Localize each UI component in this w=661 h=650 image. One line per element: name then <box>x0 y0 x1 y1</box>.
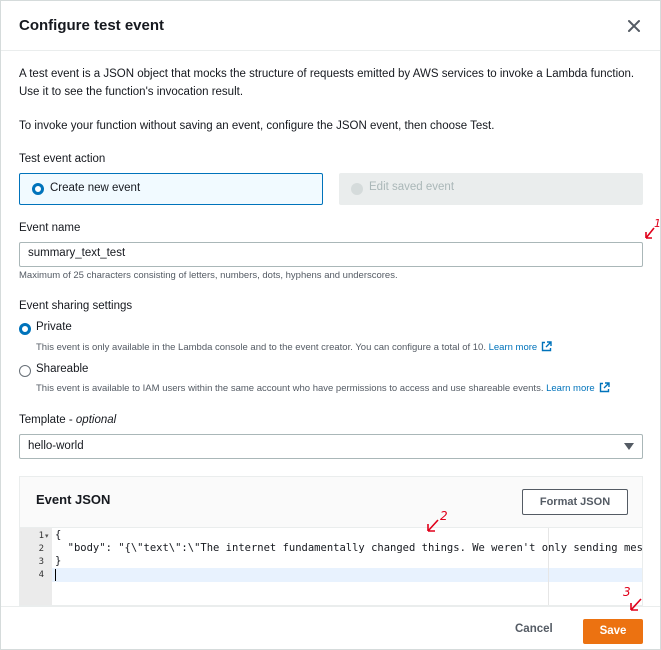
test-event-action-label: Test event action <box>19 153 106 165</box>
code-line: { <box>55 529 62 541</box>
edit-saved-event-label: Edit saved event <box>369 181 455 193</box>
dialog-title: Configure test event <box>19 17 165 34</box>
shareable-label: Shareable <box>36 363 89 375</box>
edit-saved-event-option: Edit saved event <box>339 173 643 205</box>
event-sharing-settings-label: Event sharing settings <box>19 300 133 312</box>
configure-test-event-dialog: Configure test event A test event is a J… <box>0 0 661 650</box>
intro-text-line-2: Use it to see the function's invocation … <box>19 86 244 98</box>
external-link-icon <box>541 341 552 355</box>
external-link-icon <box>599 382 610 396</box>
active-line-highlight <box>52 568 642 582</box>
intro-text-line-1: A test event is a JSON object that mocks… <box>19 68 635 80</box>
format-json-button[interactable]: Format JSON <box>522 489 628 515</box>
print-margin <box>548 528 549 605</box>
event-json-title: Event JSON <box>36 492 111 507</box>
event-name-label: Event name <box>19 222 81 234</box>
shareable-learn-more-link[interactable]: Learn more <box>546 382 610 396</box>
line-number: 4 <box>38 570 44 580</box>
caret-down-icon <box>624 443 634 450</box>
line-number: 2 <box>38 544 44 554</box>
line-number: 3 <box>38 557 44 567</box>
text-cursor <box>55 569 56 581</box>
shareable-description: This event is available to IAM users wit… <box>36 382 610 396</box>
json-code-editor[interactable]: 1 ▾ 2 3 4 { "body": "{\"text\":\"The int… <box>20 527 643 605</box>
edit-saved-event-radio <box>351 183 363 195</box>
annotation-marker-2: 2 <box>426 509 454 537</box>
create-new-event-option[interactable]: Create new event <box>19 173 323 205</box>
code-line: "body": "{\"text\":\"The internet fundam… <box>55 542 643 554</box>
private-description: This event is only available in the Lamb… <box>36 341 552 355</box>
annotation-number: 2 <box>440 509 448 523</box>
dialog-footer: Cancel Save <box>1 606 660 649</box>
event-name-input[interactable]: summary_text_test <box>19 242 643 267</box>
create-new-event-radio[interactable] <box>32 183 44 195</box>
private-radio[interactable] <box>19 323 31 335</box>
event-json-panel: Event JSON Format JSON 1 ▾ 2 3 4 { "body… <box>19 476 643 606</box>
code-line: } <box>55 555 62 567</box>
annotation-marker-3: 3 <box>623 585 647 613</box>
arrow-icon <box>630 598 642 611</box>
editor-gutter: 1 ▾ 2 3 4 <box>20 528 52 605</box>
shareable-learn-more-label: Learn more <box>546 383 595 394</box>
shareable-radio[interactable] <box>19 365 31 377</box>
cancel-button[interactable]: Cancel <box>515 623 553 635</box>
fold-arrow-icon[interactable]: ▾ <box>45 532 49 540</box>
template-label-text: Template <box>19 414 66 426</box>
line-number: 1 <box>38 531 44 541</box>
annotation-number: 3 <box>623 585 631 599</box>
intro-text-line-3: To invoke your function without saving a… <box>19 120 495 132</box>
arrow-icon <box>427 519 439 532</box>
shareable-description-text: This event is available to IAM users wit… <box>36 383 544 394</box>
template-select[interactable]: hello-world <box>19 434 643 459</box>
private-learn-more-label: Learn more <box>488 342 538 353</box>
private-label: Private <box>36 321 72 333</box>
event-name-hint: Maximum of 25 characters consisting of l… <box>19 270 398 281</box>
template-optional-text: optional <box>75 414 117 426</box>
template-select-value: hello-world <box>28 440 84 452</box>
close-icon[interactable] <box>623 15 645 37</box>
private-learn-more-link[interactable]: Learn more <box>488 341 553 355</box>
template-label: Template - optional <box>19 414 117 426</box>
annotation-marker-1: 1 <box>644 217 661 245</box>
private-description-text: This event is only available in the Lamb… <box>36 342 486 353</box>
arrow-icon <box>645 227 655 239</box>
create-new-event-label: Create new event <box>50 182 141 194</box>
save-button[interactable]: Save <box>583 619 643 644</box>
dialog-header: Configure test event <box>1 1 660 51</box>
